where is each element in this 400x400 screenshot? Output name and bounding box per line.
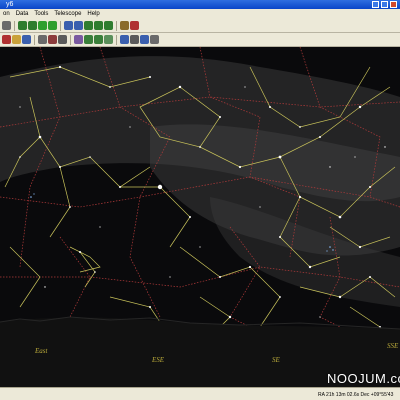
toolbar-separator (14, 20, 15, 31)
menu-item-telescope[interactable]: Telescope (51, 11, 84, 17)
refresh-icon[interactable] (104, 21, 113, 30)
status-bar: RA 21h 13m 02.6s Dec +09°55'43 (0, 387, 400, 400)
sky-chart-canvas[interactable] (0, 47, 400, 387)
save-icon[interactable] (22, 35, 31, 44)
eyepiece-icon[interactable] (48, 35, 57, 44)
settings-icon[interactable] (150, 35, 159, 44)
arrow-right-icon[interactable] (48, 21, 57, 30)
grid-icon[interactable] (120, 35, 129, 44)
horizon-label-ese: ESE (152, 356, 165, 364)
watermark: NOOJUM.com (327, 371, 400, 386)
zoom-box-icon[interactable] (2, 35, 11, 44)
menu-item-options[interactable]: on (0, 11, 13, 17)
toolbar-separator (116, 34, 117, 45)
milky-way (0, 56, 400, 307)
title-bar: y6 (0, 0, 400, 9)
arrow-up-icon[interactable] (18, 21, 27, 30)
rotate-right-icon[interactable] (94, 21, 103, 30)
zoom-in-icon[interactable] (64, 21, 73, 30)
menu-item-tools[interactable]: Tools (31, 11, 51, 17)
menu-bar: on Data Tools Telescope Help (0, 9, 400, 19)
folder-open-icon[interactable] (12, 35, 21, 44)
print-icon[interactable] (2, 21, 11, 30)
toolbar-separator (116, 20, 117, 31)
planet-icon[interactable] (84, 35, 93, 44)
comet-icon[interactable] (94, 35, 103, 44)
coordinates-readout: RA 21h 13m 02.6s Dec +09°55'43 (318, 392, 394, 398)
eye-icon[interactable] (140, 35, 149, 44)
sky-chart[interactable]: East ESE SE SSE (0, 47, 400, 387)
horizon-label-east: East (35, 347, 48, 355)
menu-item-help[interactable]: Help (84, 11, 102, 17)
arrow-left-icon[interactable] (38, 21, 47, 30)
find-icon[interactable] (120, 21, 129, 30)
moon-icon[interactable] (74, 35, 83, 44)
rotate-left-icon[interactable] (84, 21, 93, 30)
toolbar-separator (34, 34, 35, 45)
window-title: y6 (6, 1, 14, 8)
toolbar-separator (70, 34, 71, 45)
horizon-label-sse: SSE (387, 342, 399, 350)
horizon-icon[interactable] (130, 35, 139, 44)
menu-item-data[interactable]: Data (13, 11, 32, 17)
stop-icon[interactable] (130, 21, 139, 30)
close-button[interactable] (390, 1, 397, 8)
chart-toolbar (0, 33, 400, 47)
telescope-icon[interactable] (38, 35, 47, 44)
camera-icon[interactable] (58, 35, 67, 44)
maximize-button[interactable] (381, 1, 388, 8)
main-toolbar (0, 19, 400, 33)
minimize-button[interactable] (372, 1, 379, 8)
zoom-out-icon[interactable] (74, 21, 83, 30)
horizon-label-se: SE (272, 356, 280, 364)
galaxy-icon[interactable] (104, 35, 113, 44)
arrow-down-icon[interactable] (28, 21, 37, 30)
toolbar-separator (60, 20, 61, 31)
